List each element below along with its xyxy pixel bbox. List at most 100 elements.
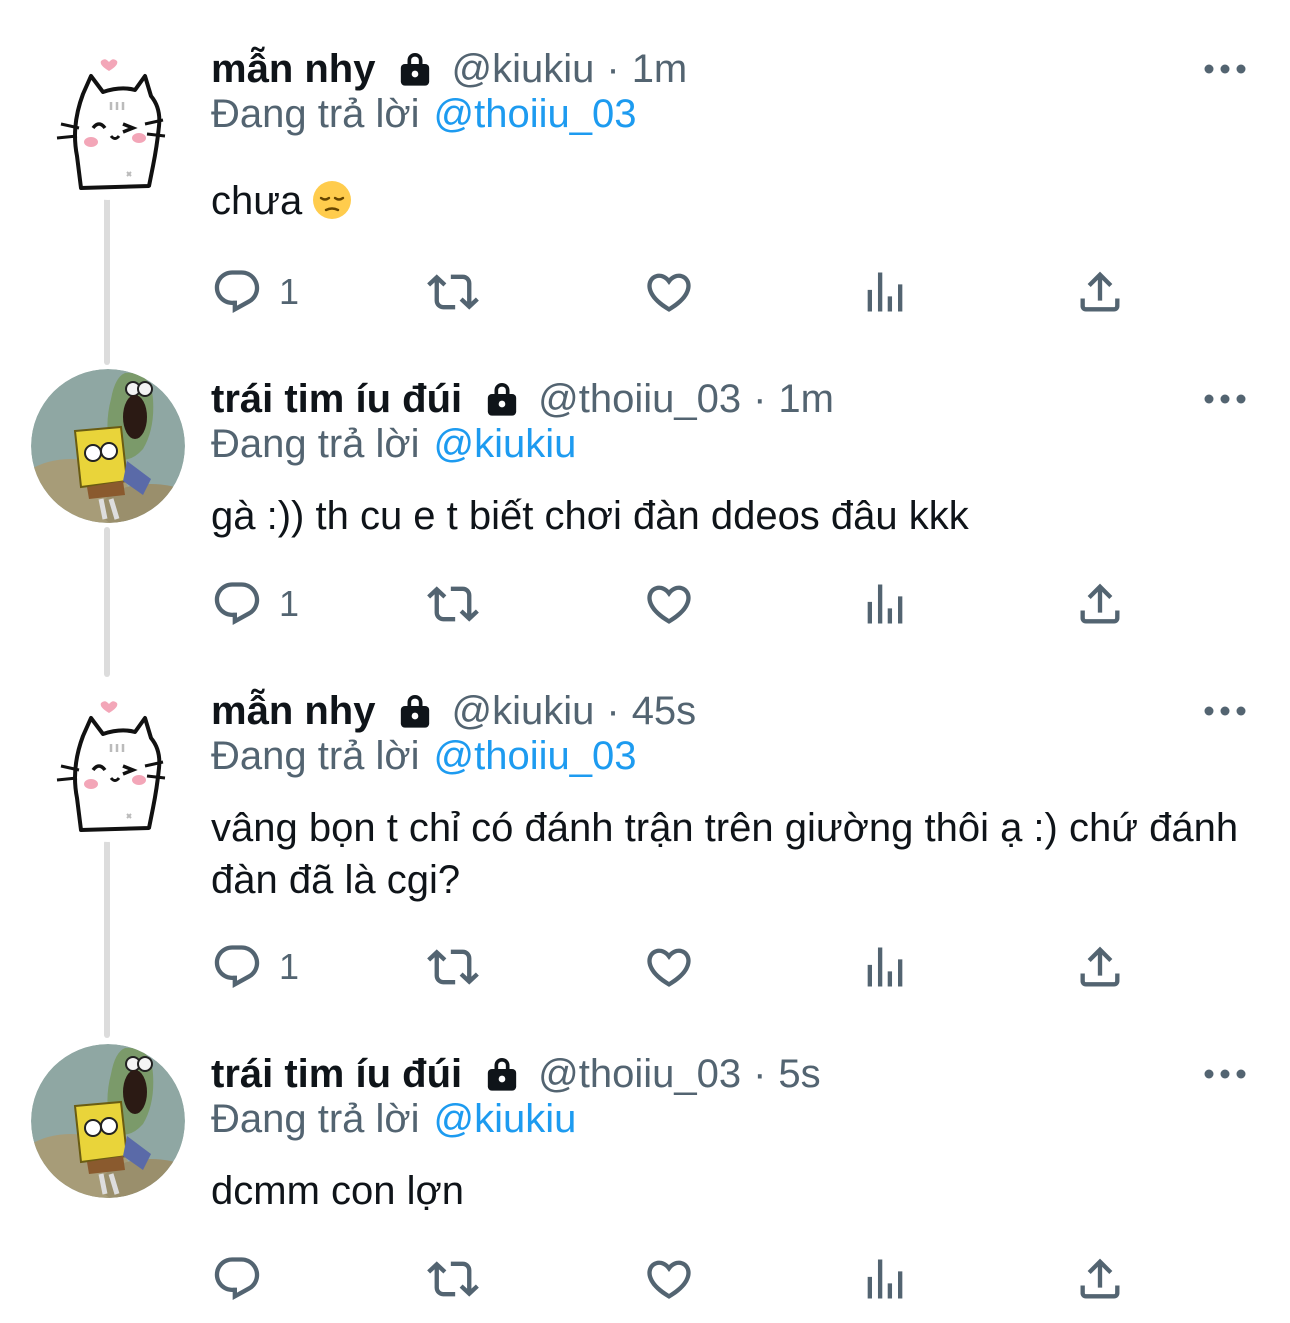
retweet-icon <box>427 1253 479 1305</box>
views-icon <box>859 941 911 993</box>
like-icon <box>643 941 695 993</box>
replying-to: Đang trả lời @thoiiu_03 <box>211 734 637 779</box>
more-icon[interactable] <box>1203 54 1247 84</box>
like-icon <box>643 266 695 318</box>
timestamp[interactable]: 1m <box>632 47 688 92</box>
more-icon[interactable] <box>1203 384 1247 414</box>
share-icon <box>1074 1253 1126 1305</box>
timestamp[interactable]: 45s <box>632 689 697 734</box>
share-button[interactable] <box>1074 937 1126 997</box>
retweet-button[interactable] <box>427 1249 479 1309</box>
retweet-button[interactable] <box>427 262 479 322</box>
replying-to: Đang trả lời @kiukiu <box>211 1097 576 1142</box>
replying-prefix: Đang trả lời <box>211 92 420 136</box>
separator: · <box>606 46 620 91</box>
avatar[interactable] <box>31 369 185 523</box>
avatar[interactable] <box>31 1044 185 1198</box>
tweet-text: gà :)) th cu e t biết chơi đàn ddeos đâu… <box>211 494 969 538</box>
pensive-face-icon <box>312 180 352 220</box>
like-icon <box>643 578 695 630</box>
reply-button[interactable]: 1 <box>211 574 299 634</box>
tweet-header: mẫn nhy @kiukiu · 45s <box>211 686 696 736</box>
reply-icon <box>211 1253 263 1305</box>
tweet-text: chưa <box>211 175 1261 227</box>
avatar[interactable] <box>31 46 185 200</box>
username[interactable]: @kiukiu <box>451 47 594 92</box>
action-bar: 1 <box>211 937 1141 997</box>
mention-link[interactable]: @thoiiu_03 <box>434 734 637 778</box>
share-button[interactable] <box>1074 1249 1126 1309</box>
reply-button[interactable]: 1 <box>211 262 299 322</box>
display-name[interactable]: mẫn nhy <box>211 689 375 734</box>
replying-to: Đang trả lời @thoiiu_03 <box>211 92 637 137</box>
tweet[interactable]: trái tim íu đúi @thoiiu_03 · 1m Đang trả… <box>0 374 1290 664</box>
reply-icon <box>211 266 263 318</box>
mention-link[interactable]: @thoiiu_03 <box>434 92 637 136</box>
reply-count: 1 <box>279 271 300 312</box>
retweet-icon <box>427 578 479 630</box>
reply-count: 1 <box>279 583 300 624</box>
retweet-button[interactable] <box>427 574 479 634</box>
reply-count: 1 <box>279 946 300 987</box>
like-icon <box>643 1253 695 1305</box>
more-icon[interactable] <box>1203 696 1247 726</box>
replying-prefix: Đang trả lời <box>211 1097 420 1141</box>
views-icon <box>859 1253 911 1305</box>
timestamp[interactable]: 1m <box>778 377 834 422</box>
reply-button[interactable] <box>211 1249 279 1309</box>
reply-icon <box>211 941 263 993</box>
username[interactable]: @thoiiu_03 <box>538 1052 741 1097</box>
retweet-icon <box>427 266 479 318</box>
retweet-icon <box>427 941 479 993</box>
separator: · <box>753 1051 767 1096</box>
views-icon <box>859 266 911 318</box>
timestamp[interactable]: 5s <box>778 1052 820 1097</box>
tweet-header: trái tim íu đúi @thoiiu_03 · 1m <box>211 374 834 424</box>
share-icon <box>1074 578 1126 630</box>
tweet-text: vâng bọn t chỉ có đánh trận trên giường … <box>211 806 1239 902</box>
replying-to: Đang trả lời @kiukiu <box>211 422 576 467</box>
views-button[interactable] <box>859 1249 911 1309</box>
action-bar: 1 <box>211 262 1141 322</box>
username[interactable]: @kiukiu <box>451 689 594 734</box>
tweet[interactable]: trái tim íu đúi @thoiiu_03 · 5s Đang trả… <box>0 1049 1290 1323</box>
tweet-header: mẫn nhy @kiukiu · 1m <box>211 44 687 94</box>
views-button[interactable] <box>859 262 911 322</box>
reply-button[interactable]: 1 <box>211 937 299 997</box>
display-name[interactable]: trái tim íu đúi <box>211 1052 462 1097</box>
like-button[interactable] <box>643 1249 695 1309</box>
views-icon <box>859 578 911 630</box>
like-button[interactable] <box>643 262 695 322</box>
retweet-button[interactable] <box>427 937 479 997</box>
action-bar <box>211 1249 1141 1309</box>
replying-prefix: Đang trả lời <box>211 422 420 466</box>
lock-icon <box>395 49 435 89</box>
tweet[interactable]: mẫn nhy @kiukiu · 1m Đang trả lời @thoiiu… <box>0 44 1290 344</box>
views-button[interactable] <box>859 574 911 634</box>
avatar[interactable] <box>31 688 185 842</box>
views-button[interactable] <box>859 937 911 997</box>
lock-icon <box>395 691 435 731</box>
share-button[interactable] <box>1074 574 1126 634</box>
share-icon <box>1074 941 1126 993</box>
lock-icon <box>482 1054 522 1094</box>
more-icon[interactable] <box>1203 1059 1247 1089</box>
mention-link[interactable]: @kiukiu <box>434 1097 577 1141</box>
lock-icon <box>482 379 522 419</box>
share-icon <box>1074 266 1126 318</box>
like-button[interactable] <box>643 937 695 997</box>
display-name[interactable]: mẫn nhy <box>211 47 375 92</box>
separator: · <box>606 688 620 733</box>
separator: · <box>753 376 767 421</box>
share-button[interactable] <box>1074 262 1126 322</box>
username[interactable]: @thoiiu_03 <box>538 377 741 422</box>
tweet[interactable]: mẫn nhy @kiukiu · 45s Đang trả lời @thoii… <box>0 686 1290 1016</box>
mention-link[interactable]: @kiukiu <box>434 422 577 466</box>
tweet-text: dcmm con lợn <box>211 1169 464 1213</box>
display-name[interactable]: trái tim íu đúi <box>211 377 462 422</box>
like-button[interactable] <box>643 574 695 634</box>
action-bar: 1 <box>211 574 1141 634</box>
reply-icon <box>211 578 263 630</box>
replying-prefix: Đang trả lời <box>211 734 420 778</box>
tweet-text-content: chưa <box>211 179 303 223</box>
